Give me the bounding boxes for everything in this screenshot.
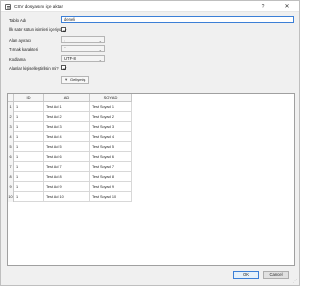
cancel-button[interactable]: Cancel	[263, 271, 289, 279]
table-row[interactable]: 3 1 Test Ad 3 Test Soyad 3	[8, 122, 132, 132]
header-row-checkbox[interactable]	[61, 27, 67, 32]
advanced-button[interactable]: ▾ Gelişmiş	[61, 76, 89, 84]
quote-char-select[interactable]: " ⌄	[61, 45, 105, 52]
table-row[interactable]: 6 1 Test Ad 6 Test Soyad 6	[8, 152, 132, 162]
column-header-id[interactable]: ID	[14, 94, 44, 102]
table-header: ID AD SOYAD	[8, 94, 132, 102]
cell-ad[interactable]: Test Ad 4	[44, 132, 90, 142]
table-row[interactable]: 10 1 Test Ad 10 Test Soyad 10	[8, 192, 132, 202]
cell-soyad[interactable]: Test Soyad 10	[90, 192, 132, 202]
preview-table[interactable]: ID AD SOYAD 1 1 Test Ad 1 Test Soyad 1 2 1 Tes…	[7, 93, 295, 266]
cell-soyad[interactable]: Test Soyad 4	[90, 132, 132, 142]
cell-soyad[interactable]: Test Soyad 7	[90, 162, 132, 172]
cell-ad[interactable]: Test Ad 1	[44, 102, 90, 112]
quote-char-label: Tırnak karakteri	[9, 47, 39, 52]
cell-soyad[interactable]: Test Soyad 5	[90, 142, 132, 152]
cell-soyad[interactable]: Test Soyad 2	[90, 112, 132, 122]
cell-soyad[interactable]: Test Soyad 1	[90, 102, 132, 112]
table-name-label: Tablo Adı	[9, 17, 27, 23]
chevron-down-icon: ⌄	[98, 56, 102, 62]
table-row[interactable]: 4 1 Test Ad 4 Test Soyad 4	[8, 132, 132, 142]
cell-id[interactable]: 1	[14, 112, 44, 122]
field-separator-select[interactable]: , ⌄	[61, 36, 105, 43]
ok-button[interactable]: OK	[233, 271, 259, 279]
table-row[interactable]: 5 1 Test Ad 5 Test Soyad 5	[8, 142, 132, 152]
cell-soyad[interactable]: Test Soyad 6	[90, 152, 132, 162]
quote-char-value: "	[64, 46, 66, 51]
trim-fields-checkbox[interactable]	[61, 65, 67, 70]
window-title: CSV dosyasını içe aktar	[14, 3, 64, 9]
cell-ad[interactable]: Test Ad 8	[44, 172, 90, 182]
table-row[interactable]: 9 1 Test Ad 9 Test Soyad 9	[8, 182, 132, 192]
checkmark-icon	[62, 28, 67, 32]
chevron-down-icon: ▾	[65, 77, 68, 82]
encoding-label: Kodlama	[9, 57, 26, 62]
cell-soyad[interactable]: Test Soyad 9	[90, 182, 132, 192]
field-separator-value: ,	[64, 37, 66, 42]
cell-id[interactable]: 1	[14, 172, 44, 182]
app-icon	[5, 3, 11, 10]
import-csv-dialog: CSV dosyasını içe aktar ? ✕ Tablo Adı de…	[0, 0, 300, 286]
close-button[interactable]: ✕	[283, 3, 291, 11]
title-bar[interactable]: CSV dosyasını içe aktar ? ✕	[1, 1, 299, 12]
checkmark-icon	[62, 66, 67, 70]
table-name-input[interactable]: deneli	[61, 16, 294, 23]
cell-id[interactable]: 1	[14, 102, 44, 112]
cell-ad[interactable]: Test Ad 7	[44, 162, 90, 172]
trim-fields-label: Alanlar kişiselleştirilsin mi?	[9, 66, 59, 71]
cell-id[interactable]: 1	[14, 142, 44, 152]
column-header-ad[interactable]: AD	[44, 94, 90, 102]
column-header-soyad[interactable]: SOYAD	[90, 94, 132, 102]
advanced-button-label: Gelişmiş	[70, 77, 86, 82]
header-row-label: İlk satır sütun isimleri içeriyor	[9, 27, 63, 32]
encoding-value: UTF-8	[64, 56, 76, 61]
cell-ad[interactable]: Test Ad 3	[44, 122, 90, 132]
cell-id[interactable]: 1	[14, 122, 44, 132]
cell-ad[interactable]: Test Ad 10	[44, 192, 90, 202]
table-row[interactable]: 8 1 Test Ad 8 Test Soyad 8	[8, 172, 132, 182]
resize-grip-icon[interactable]: ⋰	[292, 278, 297, 283]
cell-ad[interactable]: Test Ad 6	[44, 152, 90, 162]
chevron-down-icon: ⌄	[98, 37, 102, 43]
chevron-down-icon: ⌄	[98, 46, 102, 52]
table-row[interactable]: 2 1 Test Ad 2 Test Soyad 2	[8, 112, 132, 122]
cell-id[interactable]: 1	[14, 162, 44, 172]
cell-id[interactable]: 1	[14, 182, 44, 192]
cell-id[interactable]: 1	[14, 192, 44, 202]
table-row[interactable]: 1 1 Test Ad 1 Test Soyad 1	[8, 102, 132, 112]
table-row[interactable]: 7 1 Test Ad 7 Test Soyad 7	[8, 162, 132, 172]
cell-soyad[interactable]: Test Soyad 3	[90, 122, 132, 132]
help-button[interactable]: ?	[259, 3, 267, 11]
encoding-select[interactable]: UTF-8 ⌄	[61, 55, 105, 62]
field-separator-label: Alan ayıracı	[9, 38, 32, 43]
cell-ad[interactable]: Test Ad 9	[44, 182, 90, 192]
cell-soyad[interactable]: Test Soyad 8	[90, 172, 132, 182]
cell-id[interactable]: 1	[14, 152, 44, 162]
cell-ad[interactable]: Test Ad 2	[44, 112, 90, 122]
cell-ad[interactable]: Test Ad 5	[44, 142, 90, 152]
cell-id[interactable]: 1	[14, 132, 44, 142]
